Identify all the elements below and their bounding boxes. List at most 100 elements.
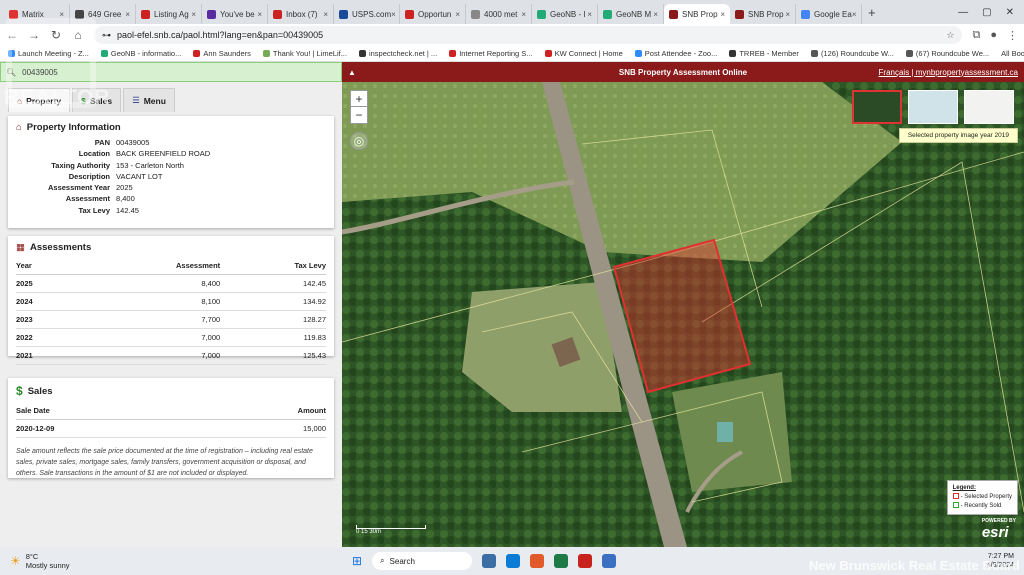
field-value: 8,400 <box>116 194 135 204</box>
bookmark-item[interactable]: GeoNB - informatio... <box>100 49 181 58</box>
start-icon[interactable]: ⊞ <box>352 554 362 568</box>
property-info-row: Description VACANT LOT <box>16 171 326 182</box>
close-tab-icon[interactable]: × <box>323 10 328 19</box>
table-row: 2024 8,100 134.92 <box>16 292 326 311</box>
browser-tab[interactable]: USPS.com × <box>334 4 400 24</box>
sales-note: Sale amount reflects the sale price docu… <box>16 448 313 477</box>
close-tab-icon[interactable]: × <box>391 10 396 19</box>
close-tab-icon[interactable]: × <box>125 10 130 19</box>
property-info-row: PAN 00439005 <box>16 137 326 148</box>
tab-favicon-icon <box>273 9 282 19</box>
bookmark-item[interactable]: inspectcheck.net | ... <box>358 49 437 58</box>
close-tab-icon[interactable]: × <box>587 10 592 19</box>
thumbnail-street[interactable] <box>964 90 1014 124</box>
col-sale-date: Sale Date <box>16 402 195 420</box>
tab-favicon-icon <box>735 9 744 19</box>
weather-widget[interactable]: ☀ 8°C Mostly sunny <box>10 552 70 570</box>
profile-icon[interactable]: ● <box>990 29 997 41</box>
browser-tab[interactable]: Google Ea × <box>796 4 862 24</box>
bookmark-item[interactable]: KW Connect | Home <box>544 49 623 58</box>
close-tab-icon[interactable]: × <box>852 10 857 19</box>
imagery-thumbnails <box>852 90 1014 124</box>
locate-icon[interactable]: ◎ <box>350 132 368 150</box>
excel-icon[interactable] <box>554 554 569 568</box>
bookmark-item[interactable]: Ann Saunders <box>193 49 251 58</box>
browser-tab[interactable]: GeoNB - I × <box>532 4 598 24</box>
close-tab-icon[interactable]: × <box>521 10 526 19</box>
browser-tab[interactable]: GeoNB M × <box>598 4 664 24</box>
chrome-icon[interactable] <box>530 554 545 568</box>
assessments-table: Year Assessment Tax Levy 2025 8,400 142.45… <box>16 257 326 365</box>
browser-tab[interactable]: Listing Ag × <box>136 4 202 24</box>
browser-tab[interactable]: SNB Prop × <box>730 4 796 24</box>
acrobat-icon[interactable] <box>578 554 593 568</box>
property-info-row: Location BACK GREENFIELD ROAD <box>16 148 326 159</box>
map-legend: Legend: - Selected Property - Recently S… <box>946 480 1018 515</box>
field-value: 00439005 <box>116 138 150 147</box>
col-tax-levy: Tax Levy <box>220 257 326 275</box>
address-bar[interactable]: ⊶ paol-efel.snb.ca/paol.html?lang=en&pan… <box>94 26 963 44</box>
close-window-icon[interactable]: ✕ <box>1006 7 1014 18</box>
close-tab-icon[interactable]: × <box>785 10 790 19</box>
table-row: 2025 8,400 142.45 <box>16 274 326 293</box>
sales-card: $ Sales Sale Date Amount 2020-12-09 15,0… <box>8 378 334 478</box>
field-value: 153 - Carleton North <box>116 160 184 170</box>
satellite-map[interactable]: + − ◎ Selected property image year 2019 … <box>342 82 1024 547</box>
thumbnail-satellite[interactable] <box>852 90 902 124</box>
field-label: Tax Levy <box>78 205 110 215</box>
col-year: Year <box>16 257 72 275</box>
bookmark-favicon-icon <box>358 50 366 57</box>
bookmark-favicon-icon <box>544 50 552 57</box>
french-link[interactable]: Français <box>879 68 910 77</box>
close-tab-icon[interactable]: × <box>720 10 725 19</box>
close-tab-icon[interactable]: × <box>653 10 658 19</box>
new-tab-icon[interactable]: + <box>868 5 876 20</box>
bookmark-item[interactable]: Thank You! | LimeLif... <box>262 49 347 58</box>
bookmark-favicon-icon <box>193 50 201 57</box>
browser-tab[interactable]: SNB Prop × <box>664 4 730 24</box>
extensions-icon[interactable]: ⧉ <box>972 29 980 42</box>
assessments-card: ▦ Assessments Year Assessment Tax Levy 2… <box>8 236 334 365</box>
tab-menu[interactable]: ☰ Menu <box>123 88 175 112</box>
field-label: Assessment Year <box>48 183 110 193</box>
bookmark-item[interactable]: TRREB - Member <box>729 49 799 58</box>
property-info-row: Assessment 8,400 <box>16 193 326 204</box>
zoom-out-button[interactable]: − <box>350 106 368 124</box>
maximize-icon[interactable]: ▢ <box>982 7 991 18</box>
bookmark-item[interactable]: Internet Reporting S... <box>449 49 533 58</box>
property-info-title: ⌂ Property Information <box>16 122 121 133</box>
bookmark-item[interactable]: (126) Roundcube W... <box>810 49 894 58</box>
thumbnail-map[interactable] <box>908 90 958 124</box>
close-tab-icon[interactable]: × <box>257 10 262 19</box>
browser-tab[interactable]: You've be × <box>202 4 268 24</box>
browser-tab[interactable]: Inbox (7) × <box>268 4 334 24</box>
table-row: 2022 7,000 119.83 <box>16 328 326 347</box>
col-assessment: Assessment <box>71 257 221 275</box>
minimize-icon[interactable]: — <box>958 7 968 18</box>
site-link[interactable]: mynbpropertyassessment.ca <box>916 68 1018 77</box>
browser-tab[interactable]: 4000 met × <box>466 4 532 24</box>
all-bookmarks-link[interactable]: All Bookmarks <box>1001 49 1024 58</box>
site-info-icon[interactable]: ⊶ <box>102 30 111 41</box>
property-info-card: ⌂ Property Information PAN 00439005 Locati… <box>8 116 334 228</box>
property-info-row: Taxing Authority 153 - Carleton North <box>16 160 326 171</box>
bookmark-star-icon[interactable]: ☆ <box>946 30 954 41</box>
browser-tab[interactable]: Opportun × <box>400 4 466 24</box>
taskbar-search[interactable]: ⌕ Search <box>372 552 473 570</box>
image-year-tooltip: Selected property image year 2019 <box>898 128 1018 143</box>
close-tab-icon[interactable]: × <box>191 10 196 19</box>
bookmark-item[interactable]: (67) Roundcube We... <box>905 49 989 58</box>
bookmark-favicon-icon <box>729 50 737 57</box>
sales-table: Sale Date Amount 2020-12-09 15,000 <box>16 402 326 438</box>
field-label: Taxing Authority <box>51 160 110 170</box>
bookmark-item[interactable]: Post Attendee - Zoo... <box>634 49 717 58</box>
tab-favicon-icon <box>471 9 480 19</box>
file-explorer-icon[interactable] <box>482 554 497 568</box>
field-label: Assessment <box>65 194 110 204</box>
snipping-icon[interactable] <box>602 554 617 568</box>
tab-favicon-icon <box>537 9 546 19</box>
browser-menu-icon[interactable]: ⋮ <box>1007 29 1018 42</box>
edge-icon[interactable] <box>506 554 521 568</box>
bookmarks-bar: Launch Meeting - Z... GeoNB - informatio.… <box>0 46 1024 62</box>
close-tab-icon[interactable]: × <box>455 10 460 19</box>
